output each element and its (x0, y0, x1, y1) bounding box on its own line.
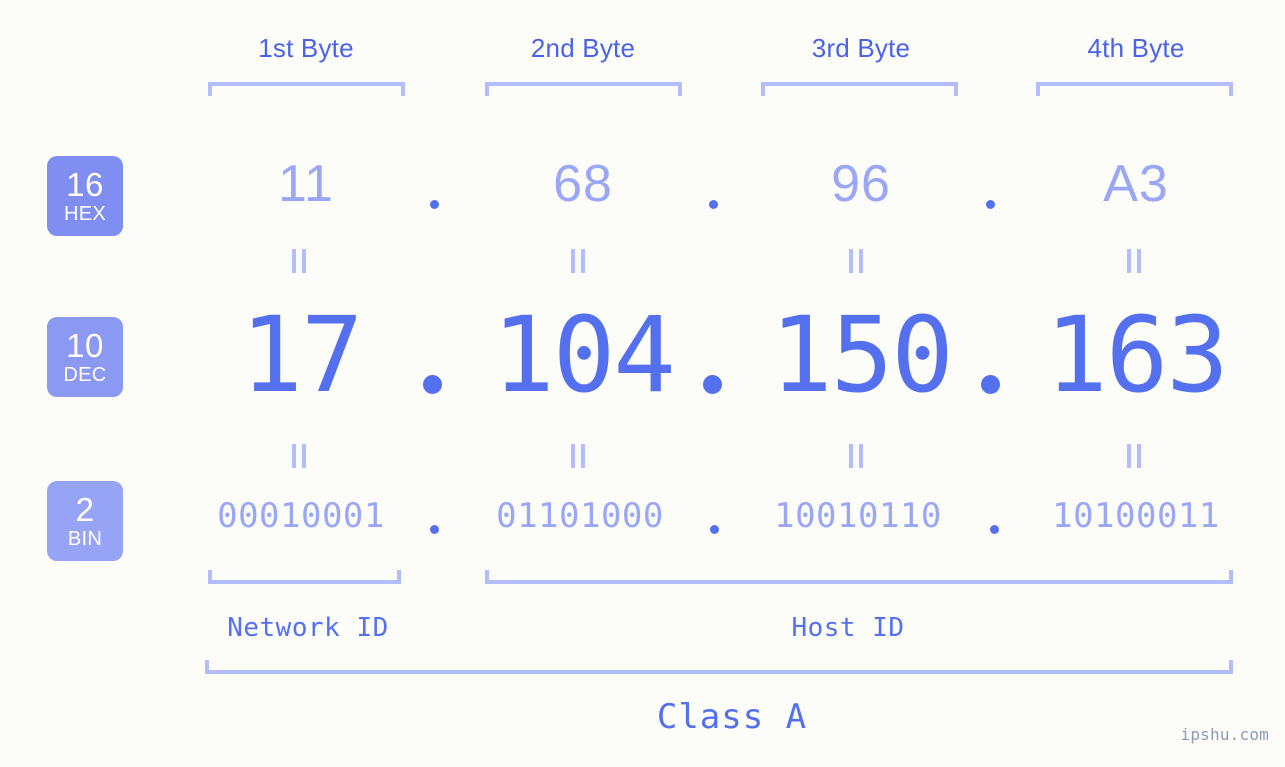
byte-bracket-4 (1036, 82, 1233, 96)
base-badge-bin-number: 2 (75, 491, 95, 528)
hex-separator-1 (430, 200, 439, 209)
base-badge-hex-number: 16 (66, 166, 104, 203)
watermark: ipshu.com (1180, 725, 1269, 744)
dec-separator-2 (703, 375, 722, 394)
byte-header-3: 3rd Byte (811, 33, 911, 63)
bin-octet-4: 10100011 (1052, 496, 1220, 536)
bin-octet-2: 01101000 (496, 496, 664, 536)
byte-header-2: 2nd Byte (530, 33, 636, 63)
hex-octet-2: 68 (553, 155, 613, 213)
byte-header-1: 1st Byte (258, 33, 354, 63)
equals-connector-dec-bin-2 (571, 444, 585, 468)
dec-separator-1 (423, 375, 442, 394)
bin-octet-3: 10010110 (774, 496, 942, 536)
hex-separator-3 (986, 200, 995, 209)
base-badge-bin: 2 BIN (47, 481, 123, 561)
bin-separator-3 (990, 525, 999, 534)
hex-separator-2 (709, 200, 718, 209)
base-badge-dec: 10 DEC (47, 317, 123, 397)
host-id-label: Host ID (791, 613, 905, 643)
host-id-bracket (485, 570, 1233, 584)
equals-connector-dec-bin-4 (1127, 444, 1141, 468)
dec-octet-3: 150 (770, 294, 954, 416)
equals-connector-hex-dec-1 (292, 249, 306, 273)
hex-octet-1: 11 (278, 155, 334, 213)
network-id-bracket (208, 570, 401, 584)
hex-octet-3: 96 (831, 155, 891, 213)
network-id-label: Network ID (227, 613, 389, 643)
bin-separator-2 (710, 525, 719, 534)
byte-header-4: 4th Byte (1087, 33, 1185, 63)
diagram-canvas: 1st Byte 2nd Byte 3rd Byte 4th Byte 16 H… (0, 0, 1285, 767)
base-badge-dec-name: DEC (63, 364, 107, 386)
dec-separator-3 (981, 375, 1000, 394)
equals-connector-hex-dec-2 (571, 249, 585, 273)
equals-connector-hex-dec-4 (1127, 249, 1141, 273)
dec-octet-1: 17 (240, 294, 363, 416)
base-badge-hex-name: HEX (63, 203, 107, 225)
class-bracket (205, 660, 1233, 674)
bin-separator-1 (430, 525, 439, 534)
hex-octet-4: A3 (1103, 155, 1169, 213)
equals-connector-hex-dec-3 (849, 249, 863, 273)
equals-connector-dec-bin-3 (849, 444, 863, 468)
byte-bracket-3 (761, 82, 958, 96)
base-badge-bin-name: BIN (67, 528, 103, 550)
byte-bracket-2 (485, 82, 682, 96)
dec-octet-2: 104 (492, 294, 676, 416)
base-badge-dec-number: 10 (66, 327, 104, 364)
byte-bracket-1 (208, 82, 405, 96)
bin-octet-1: 00010001 (217, 496, 385, 536)
equals-connector-dec-bin-1 (292, 444, 306, 468)
dec-octet-4: 163 (1045, 294, 1229, 416)
class-label: Class A (656, 697, 808, 737)
base-badge-hex: 16 HEX (47, 156, 123, 236)
